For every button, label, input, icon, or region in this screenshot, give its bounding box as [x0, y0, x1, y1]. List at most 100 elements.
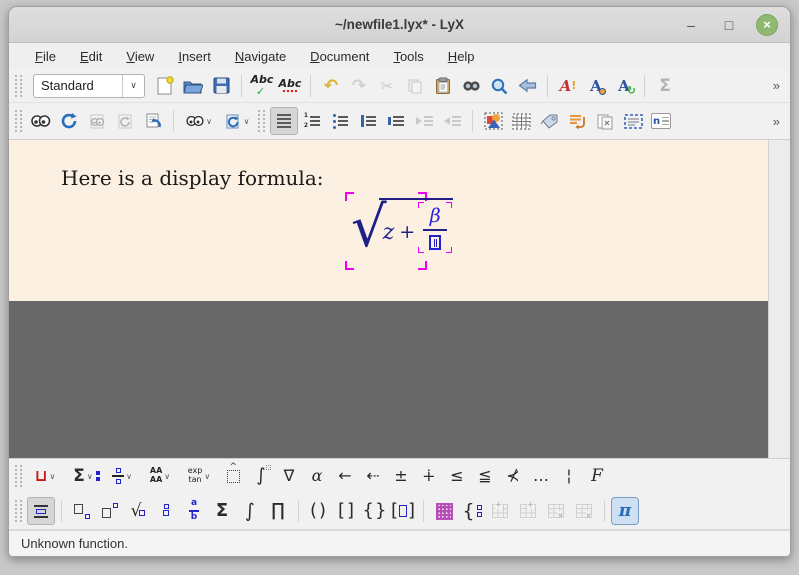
insert-box-button[interactable] [619, 107, 647, 135]
update-other-formats-button[interactable]: ∨ [218, 107, 256, 135]
math-dashed-arrows-menu[interactable]: ⇠ [359, 462, 387, 490]
add-column-button[interactable]: + [514, 497, 542, 525]
product-button[interactable]: ∏ [264, 497, 292, 525]
cut-button[interactable]: ✂ [373, 72, 401, 100]
document-paragraph[interactable]: Here is a display formula: [61, 166, 323, 190]
toolbar-overflow-button[interactable]: » [767, 114, 786, 129]
delete-row-button[interactable]: x [542, 497, 570, 525]
math-decorations-menu[interactable]: ^ [219, 462, 247, 490]
insert-float-button[interactable] [591, 107, 619, 135]
math-misc-operators-menu[interactable]: ∇ [275, 462, 303, 490]
vertical-scrollbar[interactable] [768, 140, 790, 458]
decrease-depth-button[interactable] [438, 107, 466, 135]
math-functions-menu[interactable]: exp tan ∨ [179, 462, 219, 490]
insert-cross-reference-button[interactable] [563, 107, 591, 135]
math-dots-menu[interactable]: … [527, 462, 555, 490]
math-negative-relations-menu[interactable]: ⊀ [499, 462, 527, 490]
fraction-button[interactable]: ab [180, 497, 208, 525]
paragraph-justified-button[interactable] [270, 107, 298, 135]
cancel-export-button[interactable] [139, 107, 167, 135]
toolbar-drag-handle[interactable] [15, 75, 22, 97]
math-greek-menu[interactable]: α [303, 462, 331, 490]
subscript-button[interactable] [68, 497, 96, 525]
paste-button[interactable] [429, 72, 457, 100]
view-button[interactable] [27, 107, 55, 135]
toolbar-drag-handle[interactable] [15, 500, 22, 522]
menu-file[interactable]: File [25, 46, 66, 67]
math-frame-menu[interactable]: F [583, 462, 611, 490]
list-environment-button[interactable] [354, 107, 382, 135]
copy-button[interactable] [401, 72, 429, 100]
menu-navigate[interactable]: Navigate [225, 46, 296, 67]
math-delimiters-menu[interactable]: ¦ [555, 462, 583, 490]
math-panel-toggle[interactable]: π [611, 497, 639, 525]
increase-depth-button[interactable] [410, 107, 438, 135]
math-inset[interactable]: √ z + β [345, 192, 427, 270]
view-other-formats-button[interactable]: ∨ [180, 107, 218, 135]
toolbar-overflow-button[interactable]: » [767, 78, 786, 93]
menu-view[interactable]: View [116, 46, 164, 67]
maximize-button[interactable]: □ [718, 14, 740, 36]
nth-root-button[interactable] [152, 497, 180, 525]
menu-help[interactable]: Help [438, 46, 485, 67]
update-button[interactable] [55, 107, 83, 135]
math-ams-operators-menu[interactable]: ∔ [415, 462, 443, 490]
chevron-down-icon[interactable]: ∨ [122, 75, 144, 97]
toolbar-drag-handle[interactable] [15, 465, 22, 487]
menu-edit[interactable]: Edit [70, 46, 112, 67]
insert-math-button[interactable]: Σ [651, 72, 679, 100]
math-ams-relations-menu[interactable]: ≦ [471, 462, 499, 490]
math-sum-limits-menu[interactable]: Σ ∨ [63, 462, 103, 490]
empty-placeholder-box[interactable] [429, 235, 441, 250]
toggle-noun-button[interactable]: A [582, 72, 610, 100]
brackets-button[interactable]: [] [333, 497, 361, 525]
menu-insert[interactable]: Insert [168, 46, 221, 67]
integral-button[interactable]: ∫ [236, 497, 264, 525]
save-document-button[interactable] [207, 72, 235, 100]
insert-matrix-button[interactable] [430, 497, 458, 525]
parentheses-button[interactable]: () [305, 497, 333, 525]
undo-button[interactable]: ↶ [317, 72, 345, 100]
continuous-spellcheck-button[interactable]: Abc [276, 72, 304, 100]
sum-button[interactable]: Σ [208, 497, 236, 525]
math-operators-menu[interactable]: ± [387, 462, 415, 490]
close-button[interactable]: × [756, 14, 778, 36]
math-big-operators-menu[interactable]: ∫ [247, 462, 275, 490]
labeling-environment-button[interactable] [382, 107, 410, 135]
math-font-style-menu[interactable]: AA AA ∨ [141, 462, 179, 490]
insert-table-button[interactable] [507, 107, 535, 135]
math-relations-menu[interactable]: ≤ [443, 462, 471, 490]
titlebar[interactable]: ~/newfile1.lyx* - LyX – □ × [9, 7, 790, 43]
math-arrows-menu[interactable]: ← [331, 462, 359, 490]
find-replace-button[interactable] [457, 72, 485, 100]
insert-label-button[interactable] [535, 107, 563, 135]
bullet-list-button[interactable] [326, 107, 354, 135]
view-master-button[interactable] [83, 107, 111, 135]
paragraph-style-select[interactable]: Standard ∨ [33, 74, 145, 98]
redo-button[interactable]: ↷ [345, 72, 373, 100]
math-fraction-menu[interactable]: ∨ [103, 462, 141, 490]
display-formula-toggle[interactable] [27, 497, 55, 525]
apply-text-style-button[interactable]: A ↻ [610, 72, 638, 100]
square-root-button[interactable]: √ [124, 497, 152, 525]
new-document-button[interactable] [151, 72, 179, 100]
numbered-list-button[interactable]: 12 [298, 107, 326, 135]
spellcheck-button[interactable]: Abc ✓ [248, 72, 276, 100]
toolbar-drag-handle[interactable] [258, 110, 265, 132]
menu-tools[interactable]: Tools [383, 46, 433, 67]
minimize-button[interactable]: – [680, 14, 702, 36]
toolbar-drag-handle[interactable] [15, 110, 22, 132]
search-button[interactable] [485, 72, 513, 100]
braces-button[interactable]: {} [361, 497, 389, 525]
navigate-back-button[interactable] [513, 72, 541, 100]
insert-graphics-button[interactable] [479, 107, 507, 135]
delete-column-button[interactable]: x [570, 497, 598, 525]
update-master-button[interactable] [111, 107, 139, 135]
open-document-button[interactable] [179, 72, 207, 100]
delimiters-dialog-button[interactable]: [ ] [389, 497, 417, 525]
insert-note-button[interactable]: n [647, 107, 675, 135]
menu-document[interactable]: Document [300, 46, 379, 67]
insert-cases-button[interactable]: { [458, 497, 486, 525]
add-row-button[interactable]: + [486, 497, 514, 525]
document-page[interactable]: Here is a display formula: √ z + [9, 140, 768, 301]
